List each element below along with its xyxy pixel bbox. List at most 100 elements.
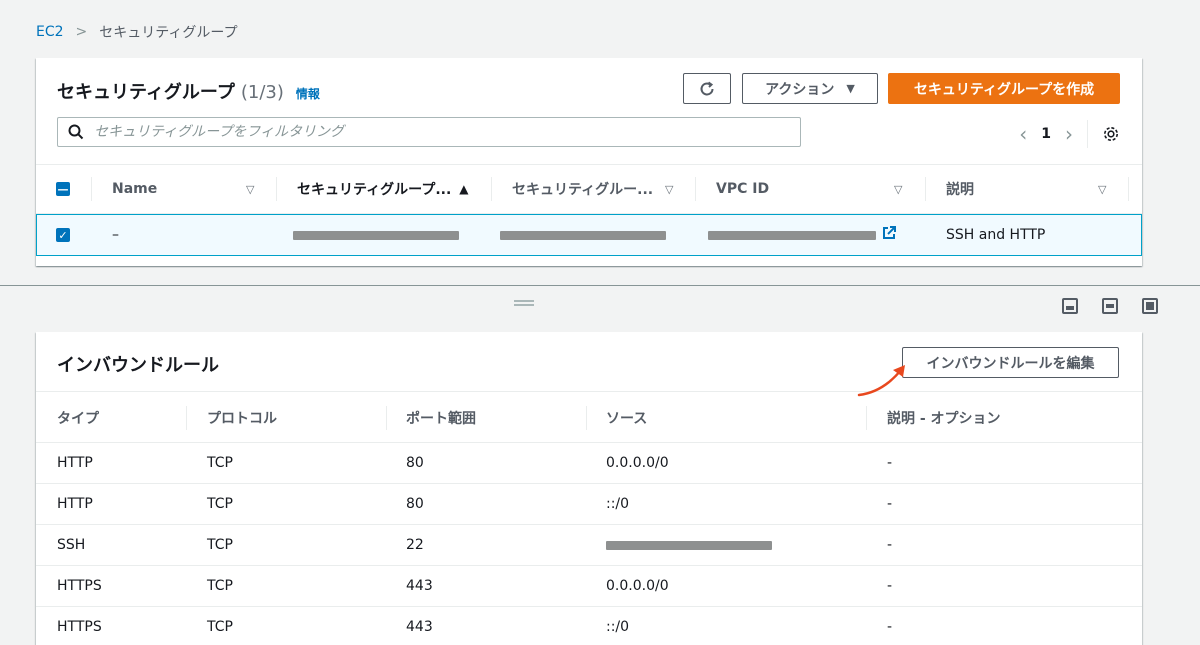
table-row: HTTPS TCP 443 ::/0 - <box>36 607 1142 645</box>
layout-bottom-icon[interactable] <box>1062 298 1078 314</box>
row-checkbox[interactable]: ✓ <box>56 228 70 242</box>
prev-page-icon[interactable]: ‹ <box>1019 124 1027 144</box>
rule-protocol: TCP <box>207 455 233 471</box>
rule-port: 443 <box>406 578 433 594</box>
table-row: SSH TCP 22 - <box>36 525 1142 566</box>
column-header-group-name[interactable]: セキュリティグルー... <box>512 165 653 213</box>
rule-port: 443 <box>406 619 433 635</box>
rule-type: HTTP <box>57 496 93 512</box>
sort-ascending-icon: ▲ <box>459 182 469 196</box>
page-title: セキュリティグループ <box>57 82 235 103</box>
search-input[interactable] <box>94 124 774 140</box>
inbound-rules-table-header: タイプ プロトコル ポート範囲 ソース 説明 - オプション <box>36 393 1142 443</box>
inbound-rules-header: インバウンドルール インバウンドルールを編集 <box>36 332 1142 392</box>
rule-type: SSH <box>57 537 86 553</box>
rule-protocol: TCP <box>207 537 233 553</box>
breadcrumb-current: セキュリティグループ <box>99 25 238 41</box>
current-page[interactable]: 1 <box>1041 126 1051 142</box>
column-header-vpc-id[interactable]: VPC ID <box>716 165 769 213</box>
layout-middle-icon[interactable] <box>1102 298 1118 314</box>
row-description: SSH and HTTP <box>946 227 1046 243</box>
column-divider <box>186 406 187 430</box>
column-header-group-id-label: セキュリティグループ... <box>297 182 452 198</box>
sort-icon[interactable]: ▽ <box>246 183 254 196</box>
annotation-arrow-icon <box>857 365 905 397</box>
table-row[interactable]: ✓ – SSH and HTTP <box>36 214 1142 256</box>
column-divider <box>586 406 587 430</box>
search-box <box>57 117 801 147</box>
column-header-source: ソース <box>606 410 648 427</box>
breadcrumb: EC2 > セキュリティグループ <box>36 22 238 42</box>
rule-description: - <box>887 619 893 635</box>
search-icon <box>68 124 84 140</box>
rule-port: 22 <box>406 537 424 553</box>
rule-protocol: TCP <box>207 496 233 512</box>
row-group-name-redacted <box>500 215 666 255</box>
next-page-icon[interactable]: › <box>1065 124 1073 144</box>
column-header-type: タイプ <box>57 410 99 427</box>
rule-type: HTTPS <box>57 578 102 594</box>
column-header-name[interactable]: Name <box>112 165 157 213</box>
column-header-group-id[interactable]: セキュリティグループ... ▲ <box>297 165 469 213</box>
table-row: HTTP TCP 80 ::/0 - <box>36 484 1142 525</box>
rule-type: HTTPS <box>57 619 102 635</box>
column-header-description: 説明 - オプション <box>887 410 1001 427</box>
rule-protocol: TCP <box>207 578 233 594</box>
rule-source-redacted <box>606 525 772 565</box>
inbound-rules-panel: インバウンドルール インバウンドルールを編集 タイプ プロトコル ポート範囲 ソ… <box>36 332 1142 645</box>
column-divider <box>386 406 387 430</box>
rule-description: - <box>887 578 893 594</box>
rule-protocol: TCP <box>207 619 233 635</box>
security-groups-header: セキュリティグループ (1/3) 情報 <box>57 78 320 104</box>
select-all-checkbox[interactable]: — <box>56 182 70 196</box>
row-checkbox-cell: ✓ <box>56 215 70 255</box>
column-divider <box>276 177 277 201</box>
select-all-cell: — <box>56 165 70 213</box>
actions-dropdown-button[interactable]: アクション ▼ <box>742 73 878 104</box>
row-group-id-redacted[interactable] <box>293 215 459 255</box>
selection-count: (1/3) <box>240 82 284 103</box>
refresh-button[interactable] <box>683 73 731 104</box>
edit-inbound-rules-button[interactable]: インバウンドルールを編集 <box>902 347 1119 378</box>
breadcrumb-ec2-link[interactable]: EC2 <box>36 24 64 40</box>
drag-handle-icon[interactable] <box>514 300 534 306</box>
sort-icon[interactable]: ▽ <box>1098 183 1106 196</box>
rule-source: ::/0 <box>606 496 630 512</box>
refresh-icon <box>700 81 714 95</box>
gear-icon[interactable] <box>1102 125 1120 143</box>
external-link-icon[interactable] <box>882 226 896 244</box>
rule-description: - <box>887 537 893 553</box>
rule-description: - <box>887 455 893 471</box>
column-divider <box>695 177 696 201</box>
column-header-protocol: プロトコル <box>207 410 277 427</box>
column-header-description[interactable]: 説明 <box>946 165 974 213</box>
actions-label: アクション <box>765 81 835 98</box>
rule-source: 0.0.0.0/0 <box>606 578 669 594</box>
column-divider <box>91 177 92 201</box>
pagination: ‹ 1 › <box>1019 120 1120 148</box>
table-row: HTTPS TCP 443 0.0.0.0/0 - <box>36 566 1142 607</box>
caret-down-icon: ▼ <box>846 82 855 95</box>
layout-full-icon[interactable] <box>1142 298 1158 314</box>
row-vpc-id[interactable] <box>708 215 896 255</box>
info-link[interactable]: 情報 <box>296 85 320 102</box>
column-divider <box>1128 177 1129 201</box>
create-security-group-button[interactable]: セキュリティグループを作成 <box>888 73 1120 104</box>
rule-source: ::/0 <box>606 619 630 635</box>
breadcrumb-separator: > <box>75 24 88 40</box>
split-panel-divider[interactable] <box>0 285 1200 286</box>
rule-description: - <box>887 496 893 512</box>
sort-icon[interactable]: ▽ <box>894 183 902 196</box>
table-row: HTTP TCP 80 0.0.0.0/0 - <box>36 443 1142 484</box>
pager-divider <box>1087 120 1088 148</box>
inbound-rules-table: タイプ プロトコル ポート範囲 ソース 説明 - オプション HTTP TCP … <box>36 393 1142 645</box>
column-divider <box>491 177 492 201</box>
split-layout-controls <box>1062 298 1158 314</box>
column-header-port-range: ポート範囲 <box>406 410 476 427</box>
rule-source: 0.0.0.0/0 <box>606 455 669 471</box>
rule-port: 80 <box>406 496 424 512</box>
rule-type: HTTP <box>57 455 93 471</box>
sort-icon[interactable]: ▽ <box>665 183 673 196</box>
security-groups-panel: セキュリティグループ (1/3) 情報 アクション ▼ セキュリティグループを作… <box>36 58 1142 266</box>
column-divider <box>925 177 926 201</box>
